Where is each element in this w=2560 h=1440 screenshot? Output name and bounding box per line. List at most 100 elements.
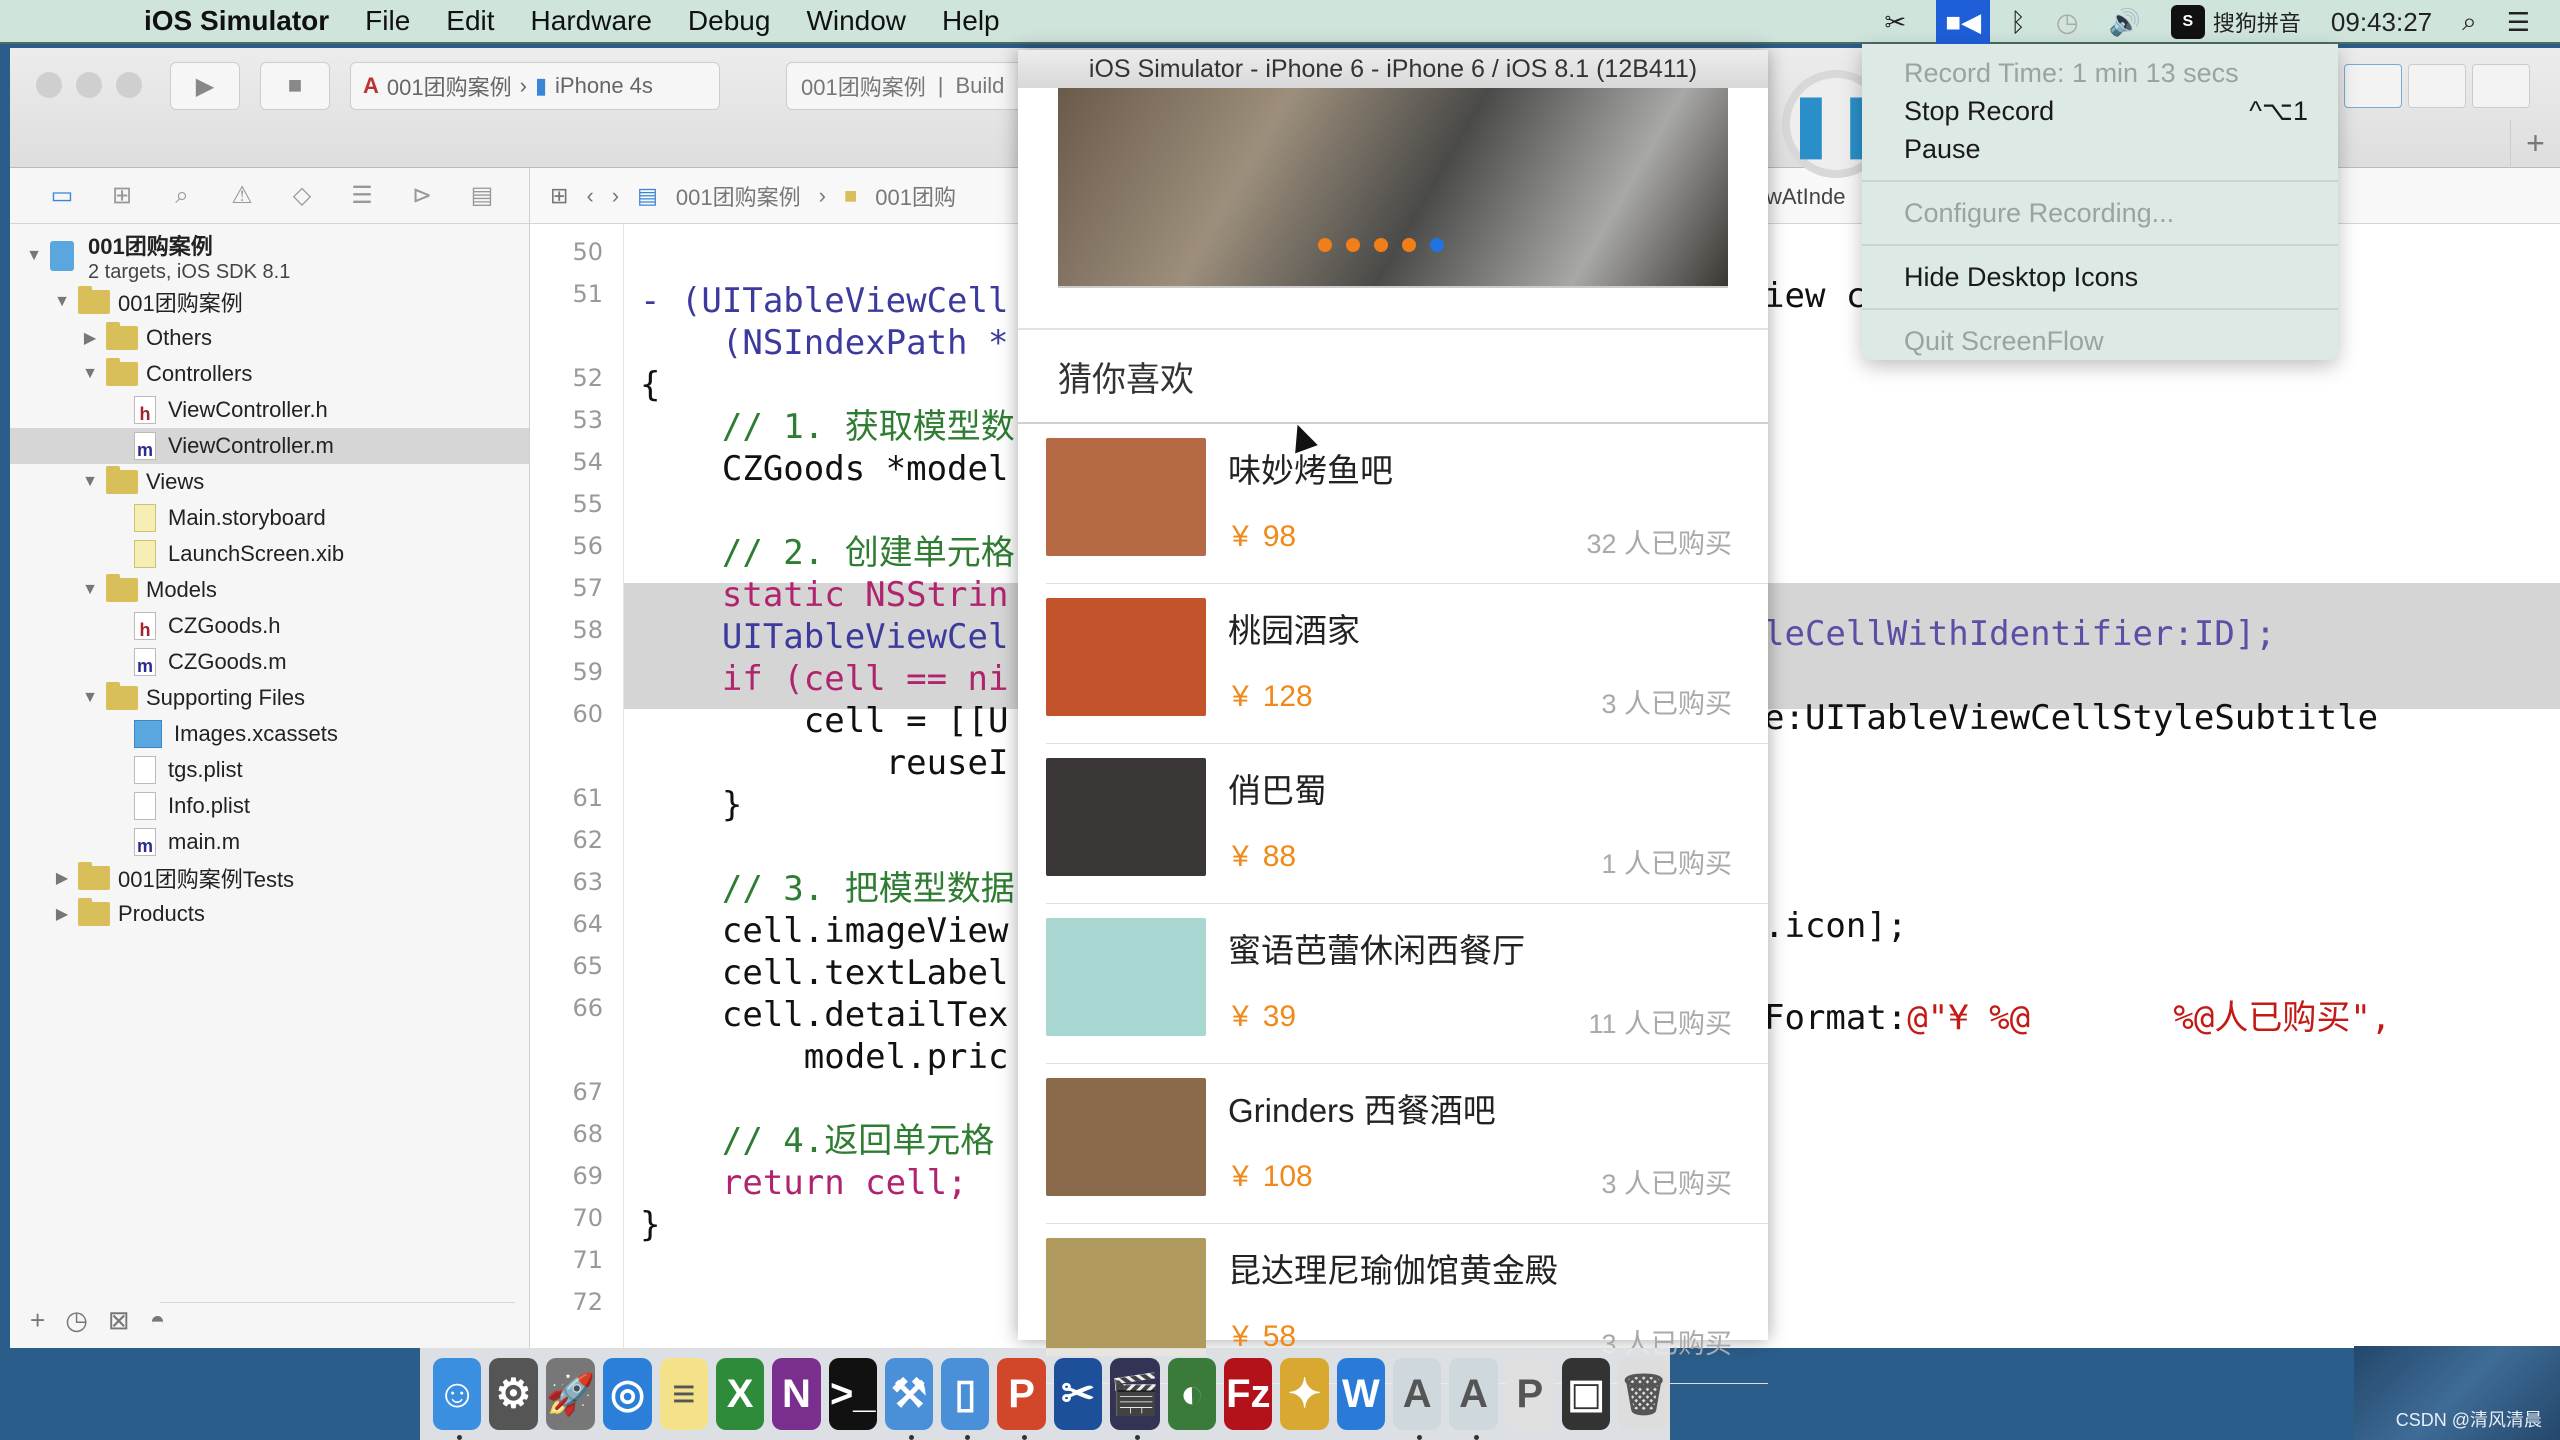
symbol-navigator-icon[interactable]: ⊞ (106, 180, 138, 212)
page-dot[interactable] (1402, 238, 1416, 252)
disclosure-open-icon[interactable]: ▼ (80, 473, 100, 491)
tree-row[interactable]: m CZGoods.m (10, 644, 529, 680)
folder-icon[interactable]: ▭ (46, 180, 78, 212)
tree-row[interactable]: tgs.plist (10, 752, 529, 788)
run-button[interactable]: ▶ (170, 62, 240, 110)
forward-button[interactable]: › (612, 183, 619, 209)
goods-cell[interactable]: 味妙烤鱼吧 ¥98 32 人已购买 (1046, 424, 1768, 584)
volume-icon[interactable]: 🔊 (2109, 0, 2141, 44)
breakpoint-icon[interactable]: ⊳ (406, 180, 438, 212)
pause-item[interactable]: Pause (1862, 130, 2338, 168)
tree-row[interactable]: Images.xcassets (10, 716, 529, 752)
sogou-icon[interactable]: S (2170, 5, 2205, 39)
clock[interactable]: 09:43:27 (2331, 0, 2432, 44)
search-icon[interactable]: ⌕ (166, 180, 198, 212)
apple-menu-icon[interactable] (38, 3, 74, 39)
documents-folder-icon[interactable]: P (1505, 1358, 1554, 1430)
disclosure-closed-icon[interactable]: ▶ (52, 868, 72, 888)
network-tool-icon[interactable]: ◐ (1167, 1358, 1217, 1430)
word-icon[interactable]: W (1336, 1358, 1386, 1430)
tree-row[interactable]: ▼ Controllers (10, 356, 529, 392)
utilities-toggle-icon[interactable] (2472, 64, 2530, 108)
simulator-title[interactable]: iOS Simulator - iPhone 6 - iPhone 6 / iO… (1018, 50, 1768, 88)
stop-record-item[interactable]: Stop Record ^⌥1 (1862, 92, 2338, 130)
page-dot[interactable] (1346, 238, 1360, 252)
tree-row[interactable]: ▶ 001团购案例Tests (10, 860, 529, 896)
remote-desktop-icon[interactable]: ▣ (1561, 1358, 1611, 1430)
recent-files-icon[interactable]: ◷ (65, 1305, 88, 1336)
tree-row[interactable]: ▶ Others (10, 320, 529, 356)
goods-table[interactable]: 味妙烤鱼吧 ¥98 32 人已购买 桃园酒家 ¥128 3 人已购买 俏巴蜀 ¥88 1 人已购… (1018, 424, 1768, 1384)
tree-row[interactable]: ▼ Views (10, 464, 529, 500)
downloads-folder-icon[interactable]: A (1449, 1358, 1498, 1440)
disclosure-closed-icon[interactable]: ▶ (80, 328, 100, 348)
menu-edit[interactable]: Edit (446, 5, 494, 37)
tree-row[interactable]: LaunchScreen.xib (10, 536, 529, 572)
report-icon[interactable]: ▤ (466, 180, 498, 212)
filezilla-icon[interactable]: Fz (1224, 1358, 1273, 1430)
tree-row[interactable]: Info.plist (10, 788, 529, 824)
back-button[interactable]: ‹ (586, 183, 593, 209)
menu-help[interactable]: Help (942, 5, 1000, 37)
zoom-button[interactable] (116, 72, 142, 98)
tree-row[interactable]: ▼ Supporting Files (10, 680, 529, 716)
time-machine-icon[interactable]: ◷ (2056, 0, 2079, 44)
menu-hardware[interactable]: Hardware (531, 5, 652, 37)
stop-button[interactable]: ■ (260, 62, 330, 110)
navigator-toggle-icon[interactable] (2344, 64, 2402, 108)
jump-bar-project[interactable]: 001团购案例 (676, 180, 801, 212)
goods-cell[interactable]: 俏巴蜀 ¥88 1 人已购买 (1046, 744, 1768, 904)
screenshot-tool-icon[interactable]: ✂ (1053, 1358, 1103, 1430)
hide-desktop-icons-item[interactable]: Hide Desktop Icons (1862, 258, 2338, 296)
xcode-icon[interactable]: ⚒ (884, 1358, 934, 1440)
page-dot[interactable] (1318, 238, 1332, 252)
bluetooth-icon[interactable]: ᛒ (2010, 0, 2026, 44)
minimize-button[interactable] (76, 72, 102, 98)
debug-area-toggle-icon[interactable] (2408, 64, 2466, 108)
app-installer-icon[interactable]: ✦ (1280, 1358, 1329, 1430)
page-control[interactable] (1318, 238, 1444, 252)
project-root[interactable]: ▼ 001团购案例 2 targets, iOS SDK 8.1 (10, 228, 529, 284)
screenflow-icon[interactable]: 🎬 (1110, 1358, 1160, 1440)
add-icon[interactable]: + (30, 1305, 45, 1336)
related-items-icon[interactable]: ⊞ (550, 183, 568, 209)
debug-navigator-icon[interactable]: ☰ (346, 180, 378, 212)
disclosure-open-icon[interactable]: ▼ (52, 293, 72, 311)
goods-cell[interactable]: 桃园酒家 ¥128 3 人已购买 (1046, 584, 1768, 744)
banner-image[interactable] (1058, 88, 1728, 288)
notes-icon[interactable]: ≡ (659, 1358, 708, 1430)
spotlight-search-icon[interactable]: ⌕ (2462, 0, 2477, 44)
menu-window[interactable]: Window (806, 5, 906, 37)
scheme-selector[interactable]: A 001团购案例 › ▮ iPhone 4s (350, 62, 720, 110)
onenote-icon[interactable]: N (772, 1358, 821, 1430)
page-dot[interactable] (1374, 238, 1388, 252)
quit-screenflow-item[interactable]: Quit ScreenFlow (1862, 322, 2338, 360)
finder-icon[interactable]: ☺ (433, 1358, 482, 1440)
warning-icon[interactable]: ⚠ (226, 180, 258, 212)
tree-row[interactable]: m main.m (10, 824, 529, 860)
launchpad-icon[interactable]: 🚀 (545, 1358, 596, 1430)
disclosure-open-icon[interactable]: ▼ (80, 581, 100, 599)
screenflow-record-icon[interactable]: ■◀ (1936, 0, 1991, 44)
tree-row[interactable]: Main.storyboard (10, 500, 529, 536)
disclosure-open-icon[interactable]: ▼ (80, 365, 100, 383)
excel-icon[interactable]: X (716, 1358, 765, 1430)
applications-folder-icon[interactable]: A (1393, 1358, 1442, 1440)
test-navigator-icon[interactable]: ◇ (286, 180, 318, 212)
menu-app-name[interactable]: iOS Simulator (144, 5, 329, 37)
close-button[interactable] (36, 72, 62, 98)
input-method-label[interactable]: 搜狗拼音 (2213, 0, 2301, 44)
scissors-icon[interactable]: ✂ (1884, 0, 1906, 44)
goods-cell[interactable]: 蜜语芭蕾休闲西餐厅 ¥39 11 人已购买 (1046, 904, 1768, 1064)
tree-row[interactable]: ▶ Products (10, 896, 529, 932)
add-tab-button[interactable]: + (2510, 120, 2560, 166)
terminal-icon[interactable]: >_ (828, 1358, 877, 1430)
tree-row[interactable]: ▼ Models (10, 572, 529, 608)
goods-cell[interactable]: Grinders 西餐酒吧 ¥108 3 人已购买 (1046, 1064, 1768, 1224)
disclosure-open-icon[interactable]: ▼ (80, 689, 100, 707)
filter-field[interactable] (160, 1302, 515, 1338)
menu-file[interactable]: File (365, 5, 410, 37)
menu-debug[interactable]: Debug (688, 5, 771, 37)
jump-bar-group[interactable]: 001团购 (875, 180, 956, 212)
ios-simulator-icon[interactable]: ▯ (941, 1358, 990, 1440)
